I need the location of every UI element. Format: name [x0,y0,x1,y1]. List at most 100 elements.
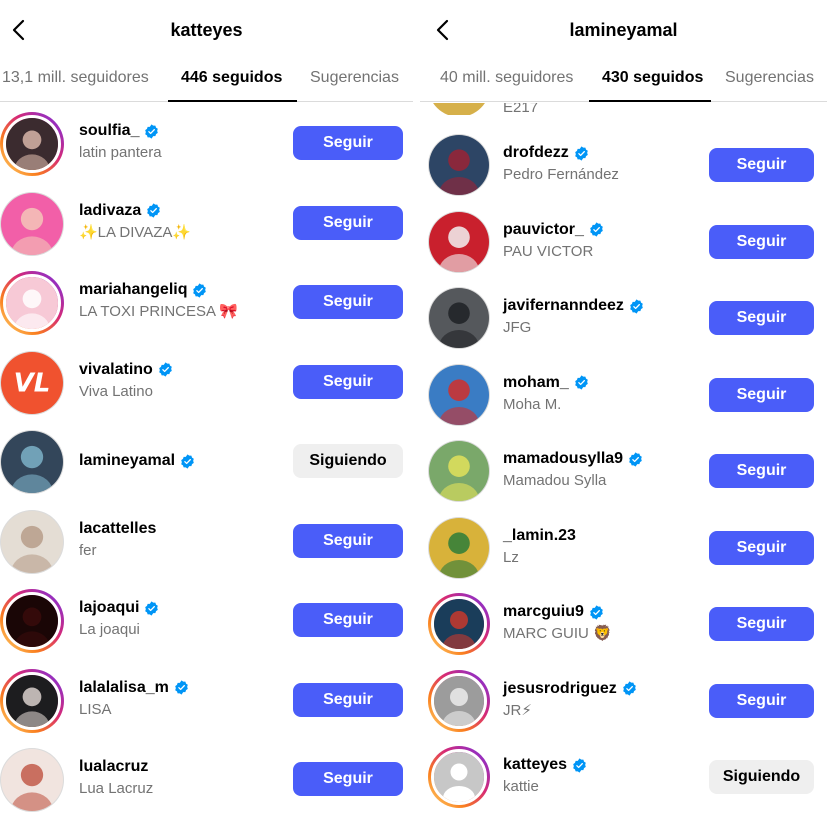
list-item[interactable]: mariahangeliq LA TOXI PRINCESA 🎀 Seguir [0,266,413,336]
username-line[interactable]: katteyes [503,755,587,775]
list-item[interactable]: moham_ Moha M. Seguir [420,359,827,429]
list-item[interactable]: lajoaqui La joaqui Seguir [0,584,413,654]
avatar[interactable] [428,516,490,579]
list-item[interactable]: javifernanndeez JFG Seguir [420,282,827,352]
username-line[interactable]: ladivaza [79,201,191,221]
username[interactable]: lualacruz [79,757,148,777]
list-item[interactable]: jesusrodriguez JR⚡ Seguir [420,665,827,735]
tab-following[interactable]: 446 seguidos [181,69,282,87]
following-button[interactable]: Siguiendo [293,444,403,478]
verified-badge-icon [146,203,161,218]
username[interactable]: katteyes [503,755,567,775]
follow-button[interactable]: Seguir [709,301,814,335]
list-item[interactable]: marcguiu9 MARC GUIU 🦁 Seguir [420,588,827,658]
follow-button[interactable]: Seguir [293,682,403,717]
list-item[interactable]: katteyes kattie Siguiendo [420,741,827,811]
follow-button[interactable]: Seguir [293,126,403,160]
follow-button[interactable]: Seguir [293,285,403,319]
username[interactable]: marcguiu9 [503,602,584,622]
username-line[interactable]: jesusrodriguez [503,679,637,699]
list-item[interactable]: mamadousylla9 Mamadou Sylla Seguir [420,435,827,505]
tab-suggestions[interactable]: Sugerencias [310,69,399,87]
username[interactable]: ladivaza [79,201,141,221]
follow-button[interactable]: Seguir [709,530,814,565]
username-line[interactable]: lajoaqui [79,598,159,618]
follow-button[interactable]: Seguir [293,364,403,399]
username[interactable]: mamadousylla9 [503,449,623,469]
list-item[interactable]: lacattelles fer Seguir [0,505,413,575]
username[interactable]: pauvictor_ [503,220,584,240]
username-line[interactable]: lualacruz [79,757,153,777]
username-line[interactable]: marcguiu9 [503,602,612,622]
username[interactable]: moham_ [503,373,569,393]
list-item[interactable]: _lamin.23 Lz Seguir [420,512,827,582]
follow-button[interactable]: Seguir [293,603,403,637]
username[interactable]: drofdezz [503,143,569,163]
list-item[interactable]: lamineyamal Siguiendo [0,425,413,495]
avatar[interactable] [428,440,490,502]
username[interactable]: javifernanndeez [503,296,624,316]
username-line[interactable]: moham_ [503,373,589,393]
avatar[interactable] [428,593,490,655]
avatar[interactable] [428,134,490,196]
username[interactable]: lamineyamal [79,451,175,471]
username-line[interactable]: soulfia_ [79,121,162,141]
avatar[interactable] [0,509,64,574]
follow-button[interactable]: Seguir [709,377,814,412]
username-line[interactable]: mariahangeliq [79,280,238,300]
follow-button[interactable]: Seguir [709,683,814,718]
follow-button[interactable]: Seguir [709,607,814,641]
following-button[interactable]: Siguiendo [709,760,814,794]
follow-button[interactable]: Seguir [293,205,403,240]
username[interactable]: lajoaqui [79,598,139,618]
avatar-frame [431,672,487,729]
avatar[interactable] [0,430,64,494]
username[interactable]: mariahangeliq [79,280,187,300]
avatar[interactable] [0,748,64,812]
username-line[interactable]: drofdezz [503,143,619,163]
username-line[interactable]: lalalalisa_m [79,678,189,698]
avatar[interactable] [428,287,490,349]
follow-button[interactable]: Seguir [709,148,814,182]
avatar-frame [431,596,487,652]
username-line[interactable]: _lamin.23 [503,526,576,546]
username-line[interactable]: mamadousylla9 [503,449,643,469]
username-line[interactable]: javifernanndeez [503,296,644,316]
avatar[interactable] [0,191,64,256]
list-item[interactable]: lalalalisa_m LISA Seguir [0,664,413,734]
tab-following[interactable]: 430 seguidos [602,69,703,87]
username-line[interactable]: pauvictor_ [503,220,604,240]
avatar[interactable] [0,668,64,733]
username[interactable]: jesusrodriguez [503,679,617,699]
list-item[interactable]: pauvictor_ PAU VICTOR Seguir [420,206,827,276]
username[interactable]: soulfia_ [79,121,139,141]
list-item[interactable]: drofdezz Pedro Fernández Seguir [420,129,827,199]
list-item[interactable]: ladivaza ✨LA DIVAZA✨ Seguir [0,187,413,257]
username-line[interactable]: lamineyamal [79,451,195,471]
list-item[interactable]: VL vivalatino Viva Latino Seguir [0,346,413,416]
avatar[interactable] [0,112,64,176]
avatar[interactable] [0,271,64,335]
username[interactable]: lalalalisa_m [79,678,169,698]
follow-button[interactable]: Seguir [293,762,403,796]
avatar[interactable] [428,210,490,273]
avatar[interactable]: VL [0,350,64,415]
avatar[interactable] [428,363,490,426]
follow-button[interactable]: Seguir [293,523,403,558]
follow-button[interactable]: Seguir [709,454,814,488]
username[interactable]: vivalatino [79,360,153,380]
username[interactable]: _lamin.23 [503,526,576,546]
username[interactable]: lacattelles [79,519,156,539]
follow-button[interactable]: Seguir [709,224,814,259]
tab-suggestions[interactable]: Sugerencias [725,69,814,87]
tab-followers[interactable]: 40 mill. seguidores [440,69,573,87]
username-line[interactable]: vivalatino [79,360,173,380]
list-item[interactable]: lualacruz Lua Lacruz Seguir [0,743,413,813]
header: katteyes [0,0,413,60]
username-line[interactable]: lacattelles [79,519,156,539]
avatar[interactable] [428,746,490,808]
avatar[interactable] [0,589,64,653]
avatar[interactable] [428,669,490,732]
tab-followers[interactable]: 13,1 mill. seguidores [2,69,149,87]
list-item[interactable]: soulfia_ latin pantera Seguir [0,107,413,177]
